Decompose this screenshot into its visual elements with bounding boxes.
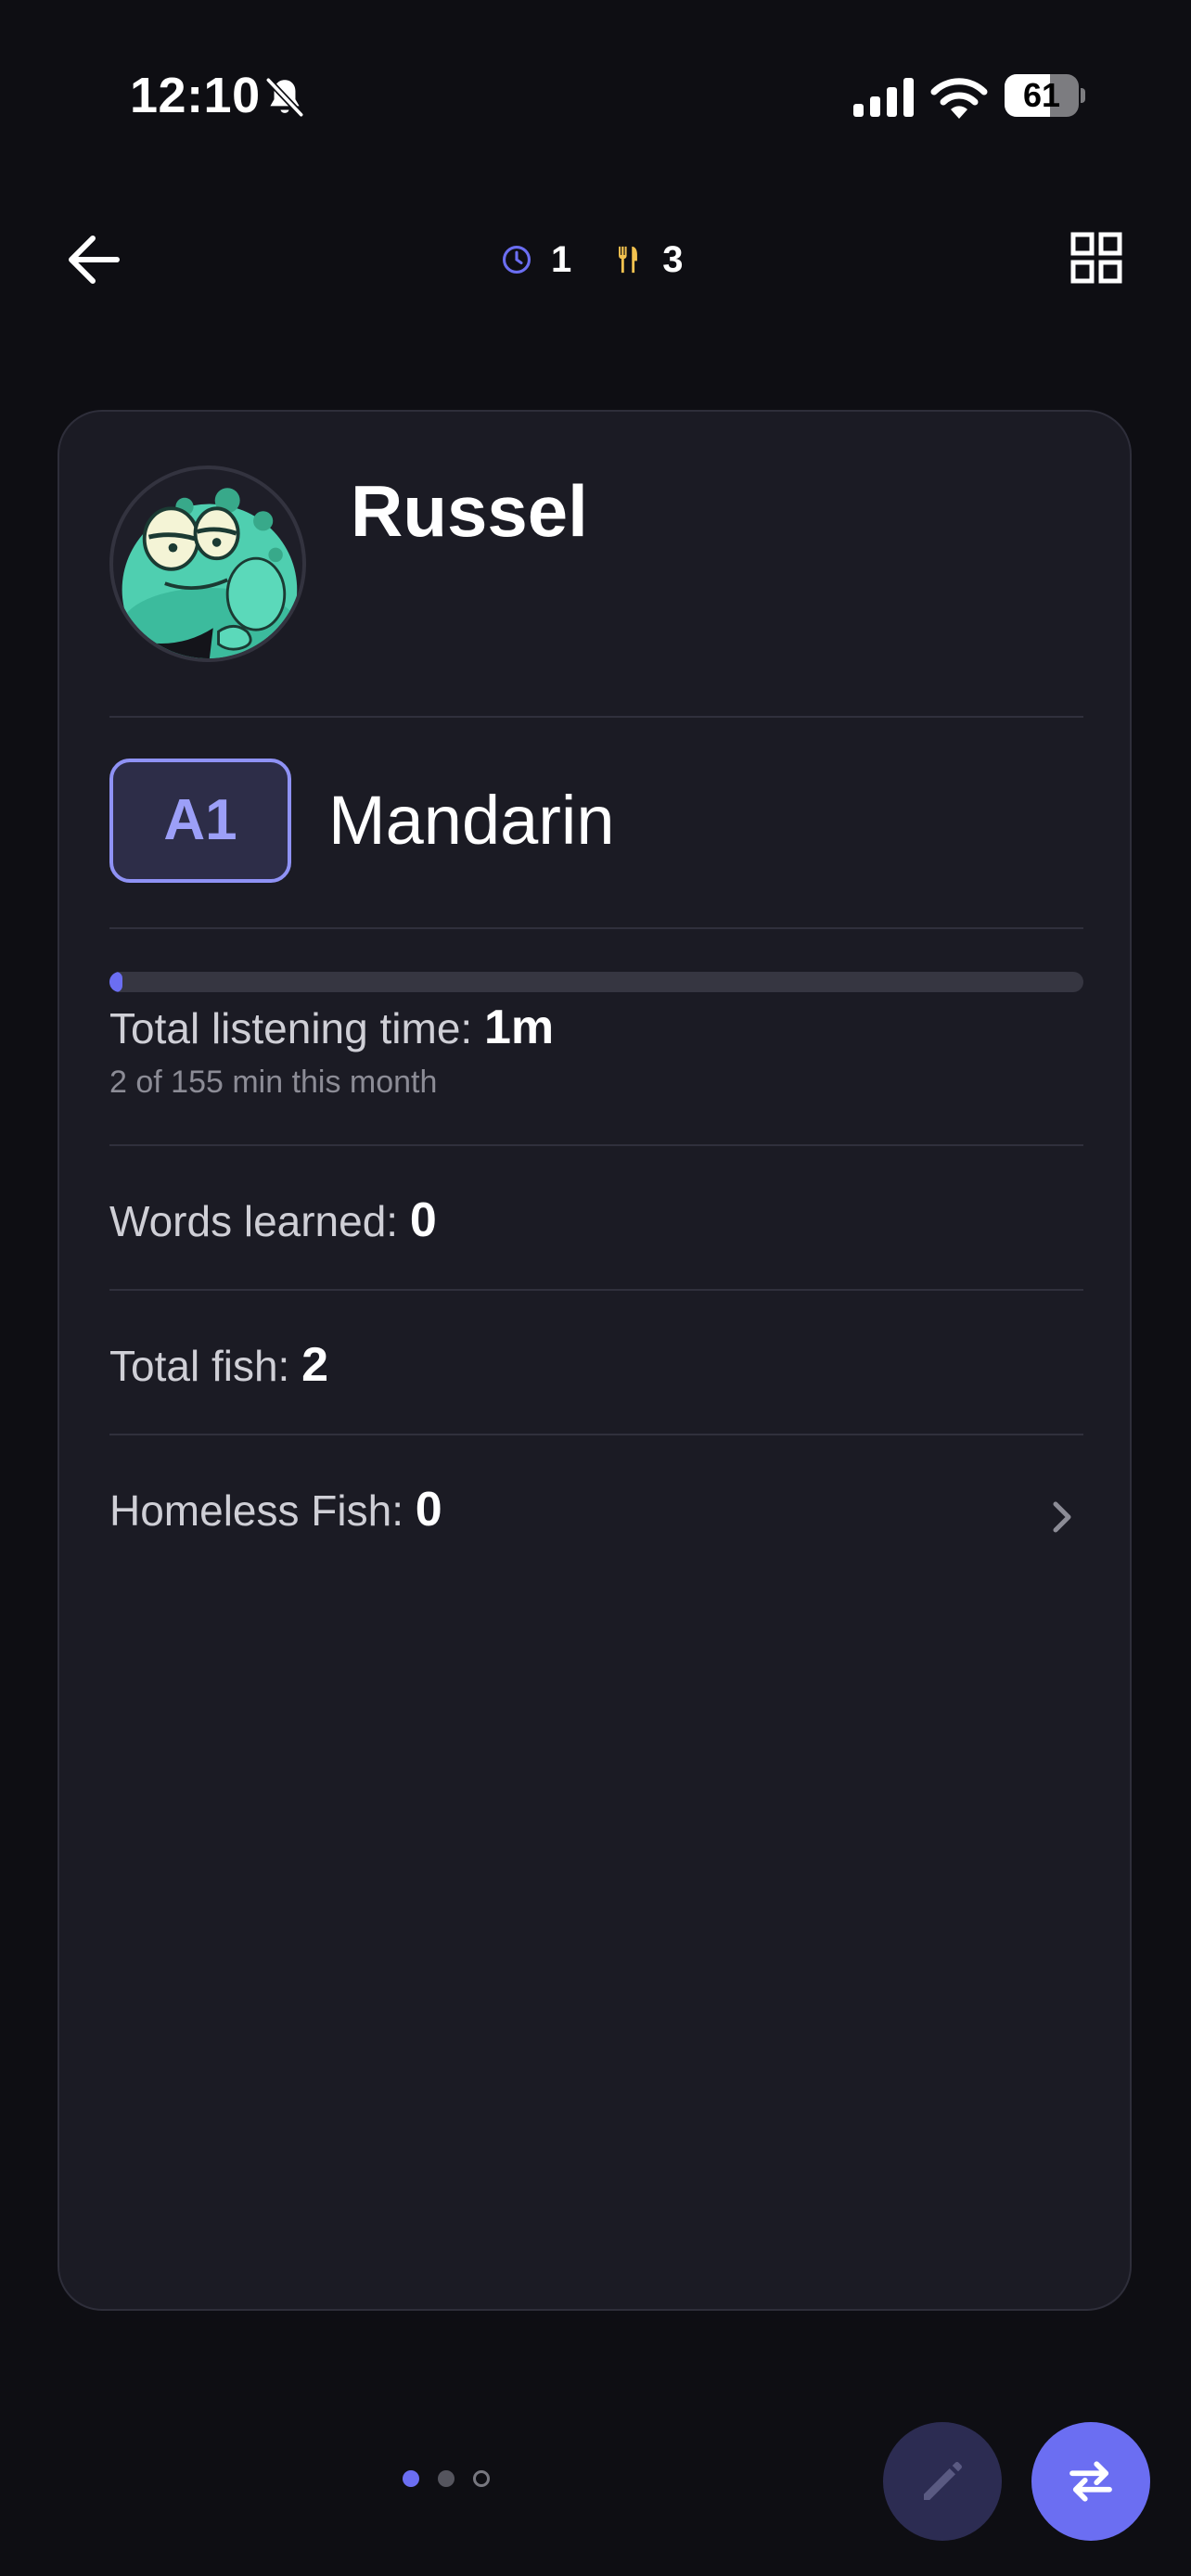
cellular-signal-icon — [853, 78, 914, 117]
homeless-fish-value: 0 — [415, 1483, 442, 1537]
level-badge: A1 — [109, 759, 291, 883]
chevron-right-icon — [1053, 1501, 1071, 1533]
divider — [109, 927, 1083, 929]
divider — [109, 1434, 1083, 1435]
homeless-fish-text: Homeless Fish: 0 — [109, 1482, 442, 1537]
edit-button[interactable] — [883, 2422, 1002, 2541]
divider — [109, 716, 1083, 718]
status-time: 12:10 — [130, 68, 261, 123]
listening-time-row: Total listening time: 1m — [109, 1000, 554, 1055]
listening-subtext: 2 of 155 min this month — [109, 1065, 438, 1100]
frog-avatar — [122, 488, 298, 658]
food-stat: 3 — [612, 238, 684, 281]
bell-slash-icon — [265, 77, 304, 118]
page-dot[interactable] — [473, 2470, 490, 2487]
page-dot-active[interactable] — [403, 2470, 419, 2487]
listening-stat: 1 — [501, 239, 571, 281]
total-fish-row: Total fish: 2 — [109, 1337, 328, 1393]
clock-count: 1 — [551, 238, 572, 280]
listening-time-label: Total listening time: — [109, 1004, 473, 1052]
words-learned-label: Words learned: — [109, 1197, 399, 1245]
page-dot[interactable] — [438, 2470, 455, 2487]
total-fish-value: 2 — [301, 1338, 329, 1392]
wifi-icon — [930, 78, 988, 119]
divider — [109, 1144, 1083, 1146]
clock-icon — [502, 245, 531, 274]
total-fish-label: Total fish: — [109, 1342, 290, 1390]
battery-level: 61 — [1022, 76, 1061, 114]
battery-icon: 61 — [1005, 74, 1086, 117]
fork-knife-icon — [619, 246, 638, 274]
words-learned-row: Words learned: 0 — [109, 1192, 437, 1248]
listening-progress-fill — [109, 972, 122, 992]
profile-card: Russel A1 Mandarin Total listening time:… — [58, 410, 1132, 2311]
swap-button[interactable] — [1031, 2422, 1150, 2541]
pencil-icon — [924, 2462, 962, 2500]
language-name: Mandarin — [328, 782, 615, 859]
listening-time-value: 1m — [483, 1001, 555, 1054]
food-count: 3 — [662, 238, 684, 280]
avatar[interactable] — [109, 465, 306, 662]
grid-icon[interactable] — [1070, 232, 1122, 284]
arrow-left-icon[interactable] — [65, 234, 122, 286]
words-learned-value: 0 — [409, 1193, 437, 1247]
swap-arrows-icon — [1069, 2461, 1112, 2502]
divider — [109, 1289, 1083, 1291]
header-stats: 1 3 — [501, 236, 724, 283]
profile-name: Russel — [351, 470, 588, 552]
listening-progress-bar — [109, 972, 1083, 992]
homeless-fish-label: Homeless Fish: — [109, 1486, 403, 1535]
homeless-fish-row[interactable]: Homeless Fish: 0 — [109, 1478, 1083, 1562]
page-indicator — [403, 2470, 508, 2487]
